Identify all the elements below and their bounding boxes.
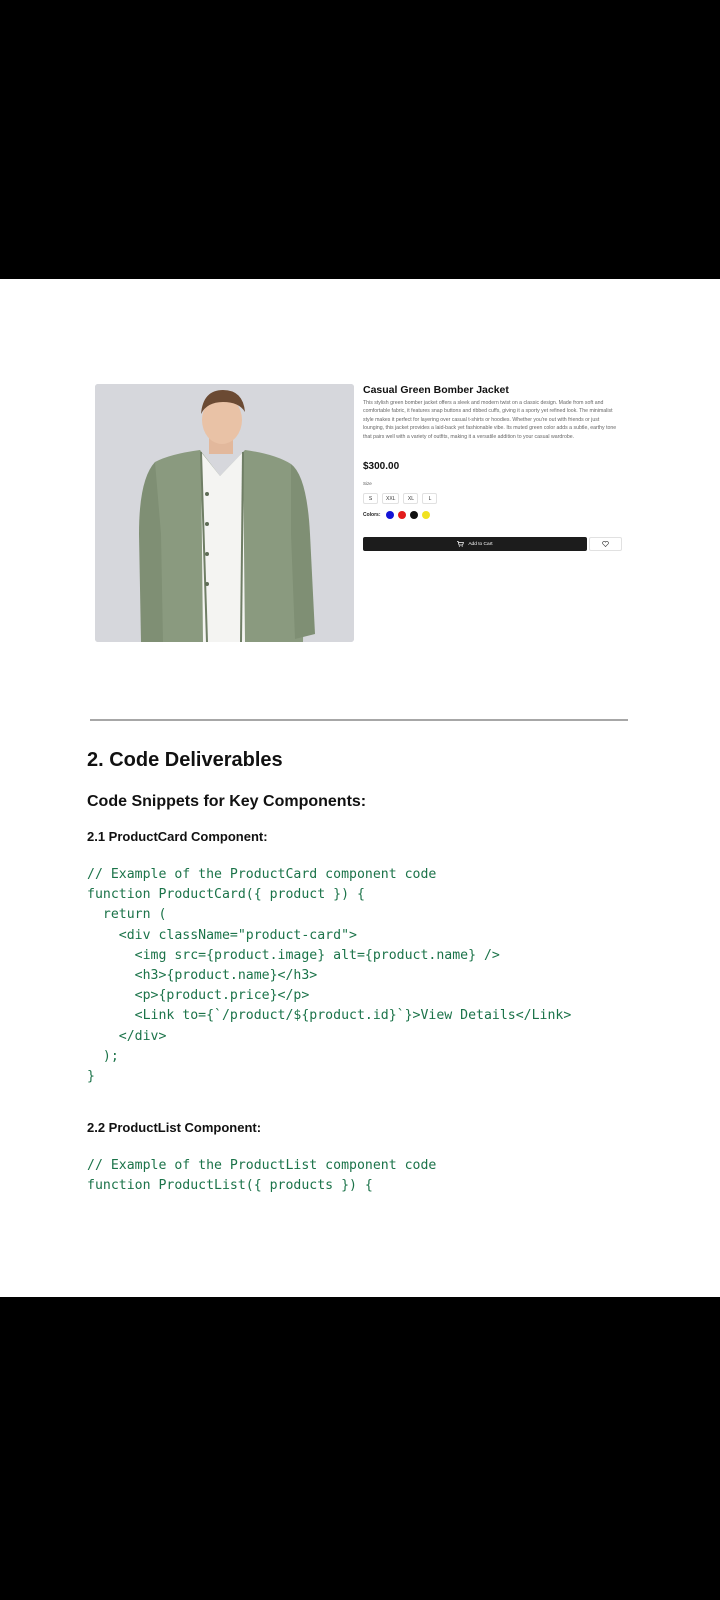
colors-label: Colors: xyxy=(363,512,381,518)
cart-icon xyxy=(457,541,465,547)
favorite-button[interactable] xyxy=(589,537,622,551)
add-to-cart-label: Add to Cart xyxy=(468,541,493,547)
productcard-heading: 2.1 ProductCard Component: xyxy=(87,829,268,844)
jacket-model-illustration xyxy=(95,384,354,642)
product-info: Casual Green Bomber Jacket This stylish … xyxy=(363,384,623,551)
document-page: Casual Green Bomber Jacket This stylish … xyxy=(0,279,720,1297)
add-to-cart-button[interactable]: Add to Cart xyxy=(363,537,587,551)
color-options: Colors: xyxy=(363,511,430,519)
size-option-l[interactable]: L xyxy=(422,493,438,504)
color-swatch-yellow[interactable] xyxy=(421,511,430,519)
product-price: $300.00 xyxy=(363,461,400,472)
color-swatch-red[interactable] xyxy=(397,511,406,519)
size-option-xl[interactable]: XL xyxy=(403,493,419,504)
color-swatch-black[interactable] xyxy=(409,511,418,519)
productlist-code-block: // Example of the ProductList component … xyxy=(87,1158,437,1194)
product-description: This stylish green bomber jacket offers … xyxy=(363,400,617,440)
product-image xyxy=(95,384,354,642)
section-divider xyxy=(90,719,628,721)
section-title: 2. Code Deliverables xyxy=(87,749,283,771)
size-option-xxl[interactable]: XXL xyxy=(382,493,400,504)
size-options: S XXL XL L xyxy=(363,493,438,504)
color-swatch-blue[interactable] xyxy=(385,511,394,519)
size-option-s[interactable]: S xyxy=(363,493,378,504)
heart-icon xyxy=(602,541,609,547)
size-label: Size xyxy=(363,481,372,486)
section-subtitle: Code Snippets for Key Components: xyxy=(87,793,367,810)
product-title: Casual Green Bomber Jacket xyxy=(363,384,509,396)
productcard-code-block: // Example of the ProductCard component … xyxy=(87,867,572,1085)
productlist-heading: 2.2 ProductList Component: xyxy=(87,1120,262,1135)
